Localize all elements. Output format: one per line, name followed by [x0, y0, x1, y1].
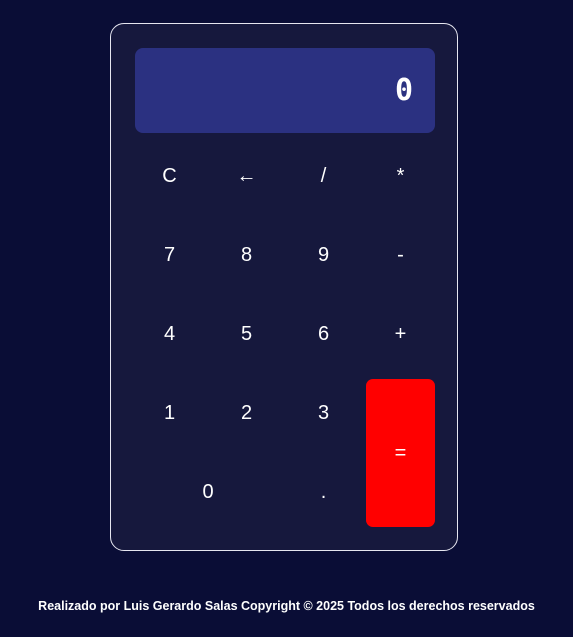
digit-3-button[interactable]: 3 — [289, 379, 358, 448]
digit-0-button[interactable]: 0 — [135, 458, 281, 527]
display-value: 0 — [394, 73, 413, 108]
backspace-button[interactable]: ← — [212, 142, 281, 211]
clear-button[interactable]: C — [135, 142, 204, 211]
digit-6-button[interactable]: 6 — [289, 300, 358, 369]
subtract-button[interactable]: - — [366, 221, 435, 290]
digit-2-button[interactable]: 2 — [212, 379, 281, 448]
digit-5-button[interactable]: 5 — [212, 300, 281, 369]
digit-8-button[interactable]: 8 — [212, 221, 281, 290]
footer-credits: Realizado por Luis Gerardo Salas Copyrig… — [38, 599, 535, 613]
add-button[interactable]: + — [366, 300, 435, 369]
digit-9-button[interactable]: 9 — [289, 221, 358, 290]
digit-7-button[interactable]: 7 — [135, 221, 204, 290]
divide-button[interactable]: / — [289, 142, 358, 211]
multiply-button[interactable]: * — [366, 142, 435, 211]
digit-1-button[interactable]: 1 — [135, 379, 204, 448]
calculator: 0 C ← / * 7 8 9 - 4 5 6 + 1 2 3 = 0 . — [110, 23, 458, 551]
decimal-button[interactable]: . — [289, 458, 358, 527]
equals-button[interactable]: = — [366, 379, 435, 527]
digit-4-button[interactable]: 4 — [135, 300, 204, 369]
calculator-display: 0 — [135, 48, 435, 133]
